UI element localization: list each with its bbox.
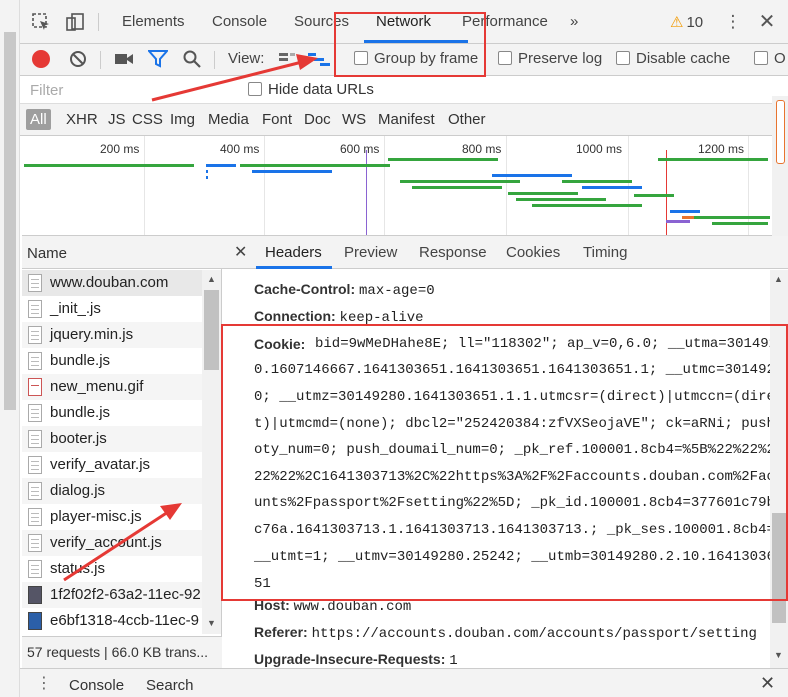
annotation-arrow-line [151,60,303,102]
annotation-arrowhead [160,503,182,520]
annotation-arrowhead [296,54,318,70]
annotation-arrow-line [63,510,169,582]
annotation-arrows [63,54,318,582]
